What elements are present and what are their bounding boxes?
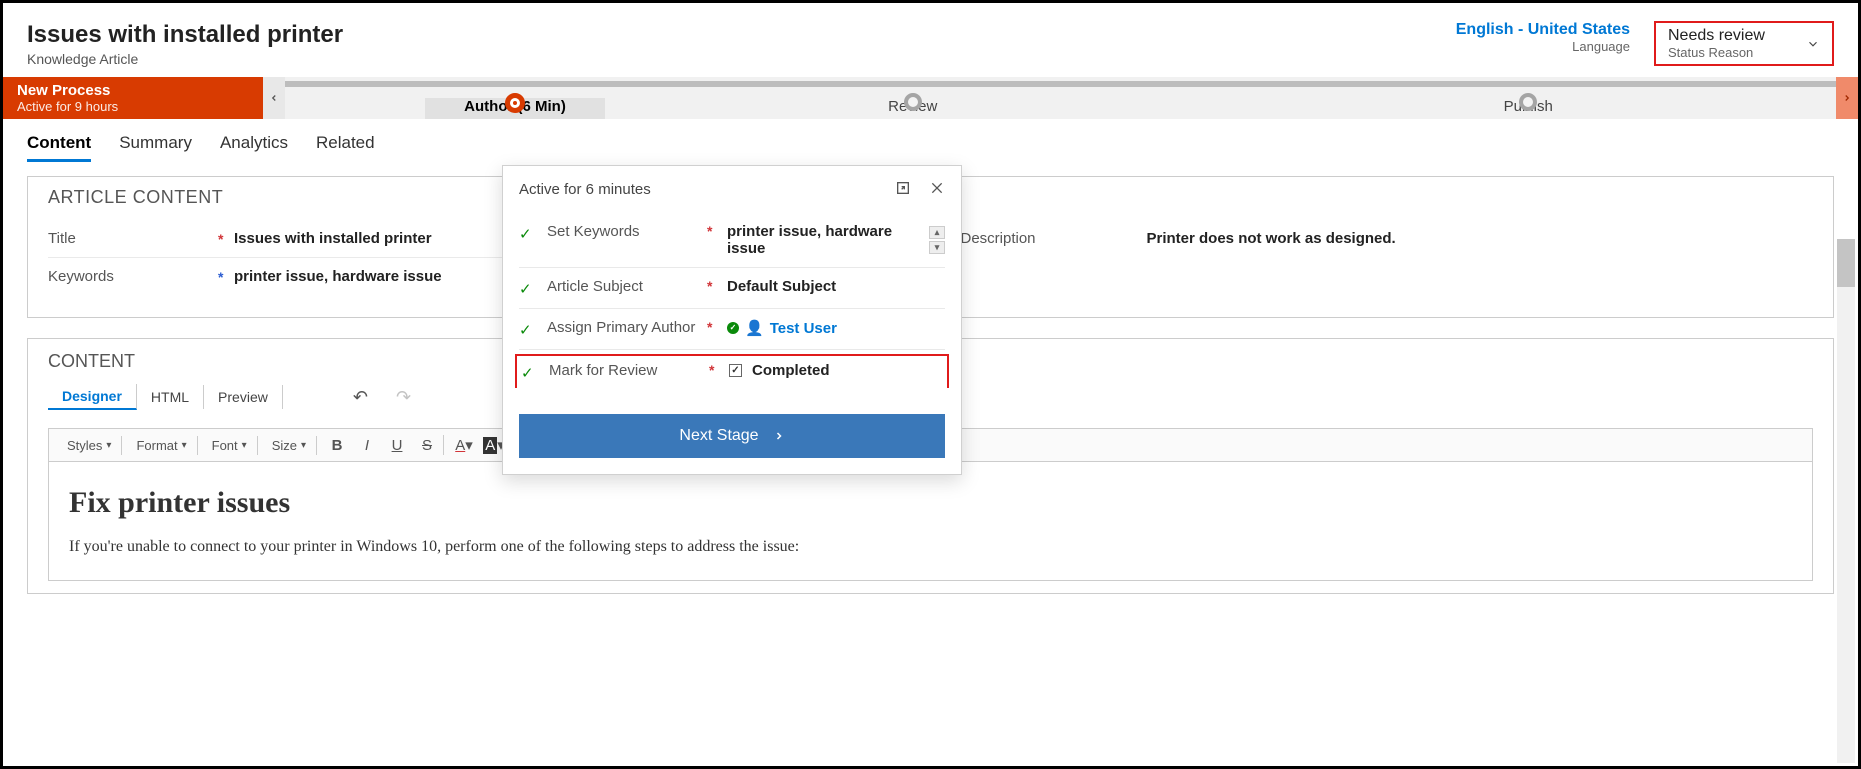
description-label: Description [961,230,1131,247]
required-icon: * [218,231,234,247]
status-label: Status Reason [1668,45,1782,60]
stage-publish[interactable]: Publish [1221,98,1837,119]
flyout-keywords-value: printer issue, hardware issue ▴▾ [727,223,945,257]
flyout-mark-value: ✓ Completed [729,362,943,379]
flyout-subject-label: Article Subject [547,278,697,295]
stage-flyout: Active for 6 minutes ✓ Set Keywords * pr… [502,165,962,475]
header-left: Issues with installed printer Knowledge … [27,21,343,67]
flyout-row-mark-review[interactable]: ✓ Mark for Review * ✓ Completed [515,354,949,388]
content-paragraph: If you're unable to connect to your prin… [69,538,1792,556]
checkbox-checked-icon[interactable]: ✓ [729,364,742,377]
text-color-button[interactable]: A▾ [454,435,474,455]
check-icon: ✓ [519,280,537,298]
description-value: Printer does not work as designed. [1147,230,1814,247]
process-name-block[interactable]: New Process Active for 9 hours [3,77,263,119]
title-label: Title [48,230,218,247]
process-track: Author (6 Min) Review Publish [285,77,1836,119]
keywords-label: Keywords [48,268,218,285]
language-value: English - United States [1456,21,1630,39]
flyout-author-value: 👤 Test User [727,319,945,337]
required-icon: * [709,362,719,378]
process-active-for: Active for 9 hours [17,99,249,114]
record-entity: Knowledge Article [27,51,343,67]
flyout-row-subject[interactable]: ✓ Article Subject * Default Subject [519,268,945,309]
underline-button[interactable]: U [387,435,407,455]
header-right: English - United States Language Needs r… [1456,21,1834,66]
tab-analytics[interactable]: Analytics [220,133,288,162]
language-label: Language [1456,39,1630,54]
field-description[interactable]: Description Printer does not work as des… [961,220,1814,257]
next-stage-button[interactable]: Next Stage [519,414,945,458]
flyout-title: Active for 6 minutes [519,181,651,198]
stage-review-indicator-icon [904,93,922,111]
toolbar-format[interactable]: Format▾ [126,436,197,455]
author-user-link[interactable]: Test User [770,320,837,337]
presence-icon [727,322,739,334]
flyout-row-keywords[interactable]: ✓ Set Keywords * printer issue, hardware… [519,213,945,268]
process-next-button[interactable] [1836,77,1858,119]
tab-summary[interactable]: Summary [119,133,192,162]
toolbar-font[interactable]: Font▾ [202,436,258,455]
status-reason-field[interactable]: Needs review Status Reason [1654,21,1834,66]
recommended-icon: * [218,269,234,285]
stage-publish-indicator-icon [1519,93,1537,111]
strike-button[interactable]: S [417,435,437,455]
toolbar-size[interactable]: Size▾ [262,436,317,455]
check-icon: ✓ [521,364,539,382]
status-value: Needs review [1668,27,1782,45]
flyout-mark-label: Mark for Review [549,362,699,379]
redo-button[interactable]: ↷ [396,387,411,408]
chevron-down-icon [1806,37,1820,54]
flyout-subject-value: Default Subject [727,278,945,295]
required-icon: * [707,223,717,239]
subtab-preview[interactable]: Preview [204,385,283,409]
record-title: Issues with installed printer [27,21,343,49]
tab-content[interactable]: Content [27,133,91,162]
close-icon[interactable] [929,180,945,199]
stage-author[interactable]: Author (6 Min) [425,98,605,119]
form-tabs: Content Summary Analytics Related [3,119,1858,162]
vertical-scrollbar[interactable] [1837,239,1855,763]
required-icon: * [707,319,717,335]
mini-scroll[interactable]: ▴▾ [929,226,945,254]
subtab-designer[interactable]: Designer [48,384,137,410]
dock-icon[interactable] [895,180,911,199]
business-process-flow: New Process Active for 9 hours Author (6… [3,77,1858,119]
toolbar-styles[interactable]: Styles▾ [57,436,122,455]
process-name: New Process [17,82,249,99]
check-icon: ✓ [519,321,537,339]
flyout-author-label: Assign Primary Author [547,319,697,336]
tab-related[interactable]: Related [316,133,375,162]
flyout-row-author[interactable]: ✓ Assign Primary Author * 👤 Test User [519,309,945,350]
flyout-keywords-label: Set Keywords [547,223,697,240]
bold-button[interactable]: B [327,435,347,455]
required-icon: * [707,278,717,294]
italic-button[interactable]: I [357,435,377,455]
check-icon: ✓ [519,225,537,243]
stage-author-indicator-icon [505,93,525,113]
next-stage-label: Next Stage [679,427,758,445]
subtab-html[interactable]: HTML [137,385,204,409]
language-field[interactable]: English - United States Language [1456,21,1630,54]
undo-button[interactable]: ↶ [353,387,368,408]
stage-review[interactable]: Review [605,98,1221,119]
editor-body[interactable]: Fix printer issues If you're unable to c… [48,462,1813,581]
content-heading: Fix printer issues [69,486,1792,520]
process-line [285,81,1836,87]
person-icon: 👤 [745,319,764,337]
record-header: Issues with installed printer Knowledge … [3,3,1858,77]
process-prev-button[interactable] [263,77,285,119]
